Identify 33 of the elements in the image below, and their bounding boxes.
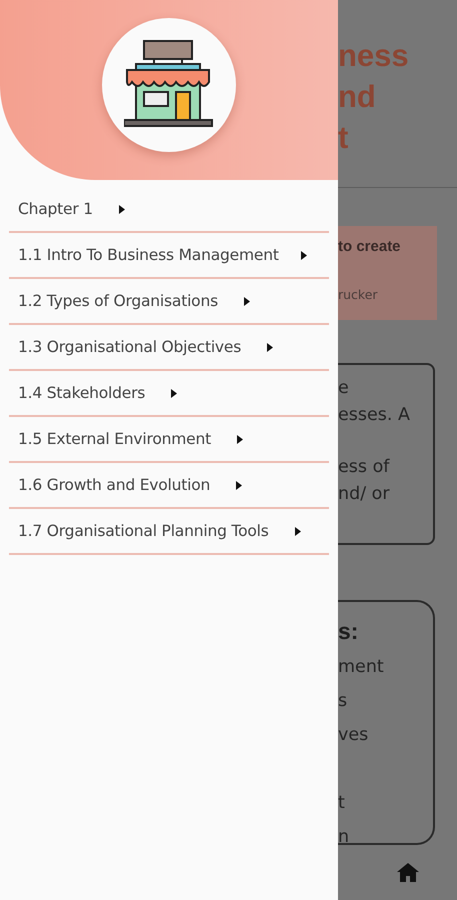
intro-text: e xyxy=(338,377,349,400)
caret-icon xyxy=(236,434,243,444)
chapter-menu-item[interactable]: 1.3 Organisational Objectives xyxy=(9,325,329,371)
chapter-menu-item[interactable]: 1.7 Organisational Planning Tools xyxy=(9,509,329,555)
contents-item: s xyxy=(338,690,348,713)
intro-text: ess of xyxy=(338,456,390,479)
intro-text: nd/ or xyxy=(338,483,390,506)
caret-icon xyxy=(300,250,307,260)
contents-item: t xyxy=(338,792,345,815)
page-title: t xyxy=(338,119,348,157)
chapter-menu-item[interactable]: 1.5 External Environment xyxy=(9,417,329,463)
chapter-menu-item[interactable]: Chapter 1 xyxy=(9,187,329,233)
chapter-menu-item[interactable]: 1.4 Stakeholders xyxy=(9,371,329,417)
page-title: ness xyxy=(338,37,409,75)
intro-text: esses. A xyxy=(338,404,410,427)
caret-icon xyxy=(236,480,242,490)
caret-icon xyxy=(267,342,274,352)
chapter-menu-item[interactable]: 1.2 Types of Organisations xyxy=(9,279,329,325)
contents-heading: s: xyxy=(338,617,358,646)
contents-item: ves xyxy=(338,724,368,747)
caret-icon xyxy=(118,204,125,214)
chapter-menu-item[interactable]: 1.1 Intro To Business Management xyxy=(9,233,329,279)
shop-icon xyxy=(124,40,214,130)
caret-icon xyxy=(171,388,178,398)
caret-icon xyxy=(244,296,250,306)
page-title: nd xyxy=(338,78,376,116)
chapter-menu-item[interactable]: 1.6 Growth and Evolution xyxy=(9,463,329,509)
caret-icon xyxy=(294,526,301,536)
quote-author: rucker xyxy=(338,287,378,302)
contents-item: n xyxy=(338,826,350,849)
contents-item: ment xyxy=(338,656,384,679)
home-icon[interactable] xyxy=(397,863,419,882)
quote-text: to create xyxy=(338,238,401,255)
